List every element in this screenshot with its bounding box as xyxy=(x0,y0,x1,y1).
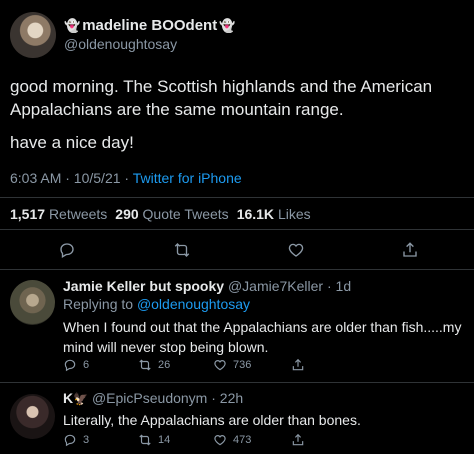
quotes-count: 290 xyxy=(115,206,139,222)
share-button[interactable] xyxy=(291,433,305,447)
avatar[interactable] xyxy=(10,280,55,325)
reply-text: When I found out that the Appalachians a… xyxy=(63,319,462,355)
replying-to-label: Replying to xyxy=(63,296,137,312)
like-button[interactable]: 473 xyxy=(213,433,251,447)
replying-to: Replying to @oldenoughtosay xyxy=(63,296,250,312)
author-names: 👻 madeline BOOdent 👻 @oldenoughtosay xyxy=(64,17,235,53)
share-icon xyxy=(292,433,304,446)
eagle-emoji-icon: 🦅 xyxy=(73,392,89,406)
reply-actions: 3 14 473 xyxy=(63,433,463,449)
reply-author-name[interactable]: Jamie Keller but spooky xyxy=(63,278,224,294)
retweet-count: 14 xyxy=(158,434,171,446)
like-button[interactable] xyxy=(284,238,308,262)
like-button[interactable]: 736 xyxy=(213,358,251,372)
reply-text: Literally, the Appalachians are older th… xyxy=(63,412,361,428)
divider xyxy=(0,229,474,230)
share-button[interactable] xyxy=(398,238,422,262)
tweet-text-line: good morning. The Scottish highlands and… xyxy=(10,77,433,119)
tweet-text-line: have a nice day! xyxy=(10,133,134,152)
tweet-author[interactable]: 👻 madeline BOOdent 👻 @oldenoughtosay xyxy=(10,12,235,58)
reply-header: Jamie Keller but spooky @Jamie7Keller · … xyxy=(63,278,351,294)
reply-actions: 6 26 736 xyxy=(63,358,463,374)
like-icon xyxy=(214,360,226,371)
likes-label: Likes xyxy=(277,206,311,222)
like-count: 473 xyxy=(233,434,252,446)
reply-button[interactable]: 3 xyxy=(63,433,89,447)
retweets-label: Retweets xyxy=(48,206,108,222)
retweet-icon xyxy=(174,243,190,257)
divider xyxy=(0,269,474,270)
display-name-text: madeline BOOdent xyxy=(82,17,218,34)
quotes-label: Quote Tweets xyxy=(142,206,229,222)
likes-stat[interactable]: 16.1K Likes xyxy=(237,206,311,222)
retweet-count: 26 xyxy=(158,359,171,371)
display-name[interactable]: 👻 madeline BOOdent 👻 xyxy=(64,17,235,35)
avatar[interactable] xyxy=(10,12,56,58)
tweet-actions xyxy=(0,238,474,262)
reply-button[interactable] xyxy=(55,238,79,262)
ghost-emoji-icon: 👻 xyxy=(219,18,236,33)
share-icon xyxy=(403,242,417,257)
tweet-meta: 6:03 AM · 10/5/21 · Twitter for iPhone xyxy=(10,170,242,186)
like-icon xyxy=(288,243,304,257)
tweet-text: good morning. The Scottish highlands and… xyxy=(10,75,465,164)
reply-author-handle[interactable]: @EpicPseudonym · 22h xyxy=(92,390,243,406)
reply-icon xyxy=(64,434,76,447)
ghost-emoji-icon: 👻 xyxy=(64,18,81,33)
like-count: 736 xyxy=(233,359,252,371)
author-handle[interactable]: @oldenoughtosay xyxy=(64,35,235,53)
tweet-source-link[interactable]: Twitter for iPhone xyxy=(133,170,242,186)
reply-button[interactable]: 6 xyxy=(63,358,89,372)
retweet-button[interactable]: 14 xyxy=(138,433,170,447)
retweet-icon xyxy=(139,434,151,446)
reply-tweet[interactable]: K🦅 @EpicPseudonym · 22h Literally, the A… xyxy=(0,388,474,454)
likes-count: 16.1K xyxy=(236,206,275,222)
share-icon xyxy=(292,358,304,371)
divider xyxy=(0,197,474,198)
tweet-timestamp[interactable]: 6:03 AM · 10/5/21 · xyxy=(10,170,133,186)
reply-author-name[interactable]: K xyxy=(63,390,73,406)
divider xyxy=(0,382,474,383)
reply-header: K🦅 @EpicPseudonym · 22h xyxy=(63,390,243,406)
quotes-stat[interactable]: 290 Quote Tweets xyxy=(115,206,228,222)
like-icon xyxy=(214,435,226,446)
retweets-stat[interactable]: 1,517 Retweets xyxy=(10,206,107,222)
reply-icon xyxy=(64,359,76,372)
reply-icon xyxy=(60,243,74,258)
reply-author-handle[interactable]: @Jamie7Keller · 1d xyxy=(228,278,351,294)
share-button[interactable] xyxy=(291,358,305,372)
retweet-button[interactable]: 26 xyxy=(138,358,170,372)
reply-tweet[interactable]: Jamie Keller but spooky @Jamie7Keller · … xyxy=(0,276,474,376)
tweet-stats: 1,517 Retweets 290 Quote Tweets 16.1K Li… xyxy=(10,206,311,222)
retweets-count: 1,517 xyxy=(10,206,46,222)
retweet-icon xyxy=(139,359,151,371)
retweet-button[interactable] xyxy=(170,238,194,262)
replying-to-handle[interactable]: @oldenoughtosay xyxy=(137,296,250,312)
avatar[interactable] xyxy=(10,394,55,439)
reply-count: 6 xyxy=(83,359,90,371)
reply-count: 3 xyxy=(83,434,90,446)
